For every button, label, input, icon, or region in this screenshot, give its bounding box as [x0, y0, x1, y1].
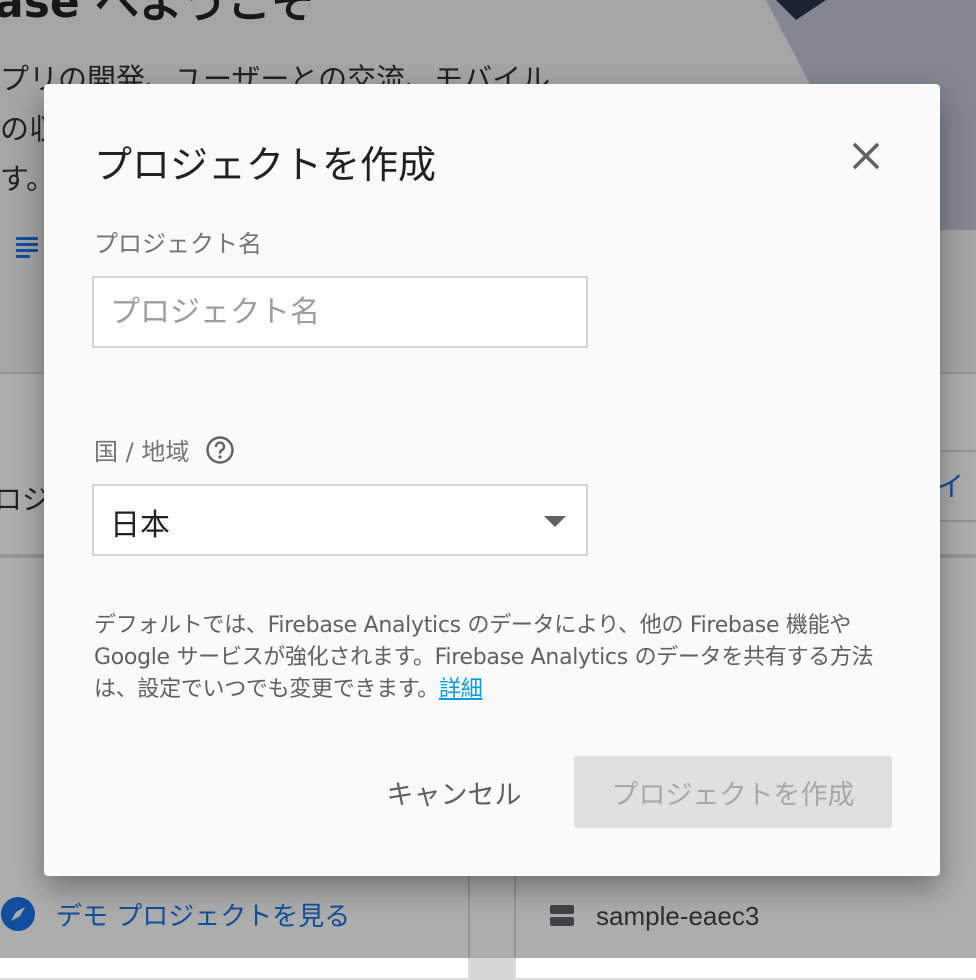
country-selected-value: 日本 [110, 508, 170, 543]
cancel-button[interactable]: キャンセル [366, 756, 542, 828]
project-name-label: プロジェクト名 [94, 230, 262, 258]
country-label: 国 / 地域 [94, 438, 190, 466]
learn-more-link[interactable]: 詳細 [439, 677, 483, 702]
help-circle-icon[interactable] [205, 435, 235, 465]
country-label-row: 国 / 地域 [94, 432, 235, 467]
country-select[interactable]: 日本 [92, 484, 588, 556]
project-name-input[interactable] [92, 276, 588, 348]
analytics-notice-text: デフォルトでは、Firebase Analytics のデータにより、他の Fi… [94, 613, 874, 702]
dialog-title: プロジェクトを作成 [94, 143, 437, 187]
create-project-dialog: プロジェクトを作成 プロジェクト名 国 / 地域 日本 デフォルトでは、Fire… [44, 84, 940, 876]
analytics-notice: デフォルトでは、Firebase Analytics のデータにより、他の Fi… [94, 610, 894, 706]
dropdown-arrow-icon [544, 516, 566, 527]
create-project-button[interactable]: プロジェクトを作成 [574, 756, 892, 828]
close-icon[interactable] [842, 132, 890, 180]
